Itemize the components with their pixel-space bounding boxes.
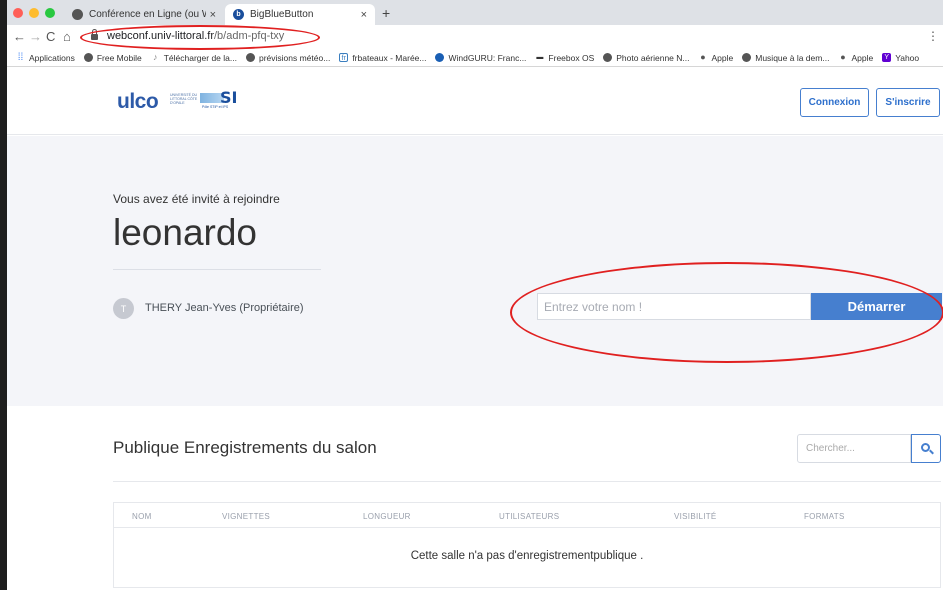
tab-bigbluebutton[interactable]: b BigBlueButton × xyxy=(225,4,375,25)
grid-icon: ⁞⁞ xyxy=(17,52,24,63)
windguru-icon xyxy=(435,53,445,62)
column-header-longueur[interactable]: LONGUEUR xyxy=(363,512,411,521)
divider xyxy=(113,481,941,482)
ulco-logo[interactable]: ulco xyxy=(117,90,159,114)
url-host: webconf.univ-littoral.fr xyxy=(107,30,214,42)
music-icon: ♪ xyxy=(152,52,158,62)
bookmark-apple[interactable]: ● Apple xyxy=(699,52,734,63)
divider xyxy=(113,269,321,270)
recordings-table: NOM VIGNETTES LONGUEUR UTILISATEURS VISI… xyxy=(113,502,941,588)
bookmarks-bar: ⁞⁞ Applications Free Mobile ♪ Télécharger … xyxy=(7,49,943,67)
tab-title: Conférence en Ligne (ou Web... xyxy=(89,9,206,20)
bookmark-label: Apple xyxy=(711,52,734,63)
maximize-window-icon[interactable] xyxy=(45,8,55,18)
site-header: ulco UNIVERSITÉ DU LITTORAL CÔTE D'OPALE… xyxy=(7,68,943,135)
back-arrow-icon[interactable]: ← xyxy=(13,29,26,44)
empty-recordings-message: Cette salle n'a pas d'enregistrementpubl… xyxy=(410,550,644,562)
bookmark-previsions[interactable]: prévisions météo... xyxy=(245,52,331,63)
table-separator xyxy=(114,527,940,528)
tab-close-icon[interactable]: × xyxy=(210,9,216,21)
bookmark-applications[interactable]: ⁞⁞ Applications xyxy=(16,53,75,63)
start-button[interactable]: Démarrer xyxy=(811,293,942,320)
ulco-logo-subtitle: UNIVERSITÉ DU LITTORAL CÔTE D'OPALE xyxy=(170,93,198,105)
close-window-icon[interactable] xyxy=(13,8,23,18)
bookmark-photo[interactable]: Photo aérienne N... xyxy=(603,52,690,63)
bookmark-label: prévisions météo... xyxy=(258,52,331,63)
tab-title: BigBlueButton xyxy=(250,9,314,20)
globe-icon xyxy=(603,53,613,62)
bookmark-freebox[interactable]: ▬ Freebox OS xyxy=(535,53,594,63)
bookmark-label: Apple xyxy=(851,52,874,63)
inscrire-button[interactable]: S'inscrire xyxy=(876,88,940,117)
bookmark-label: Télécharger de la... xyxy=(163,52,237,63)
bookmark-label: Yahoo xyxy=(895,52,920,63)
yahoo-icon: Y xyxy=(882,53,892,62)
bookmark-label: Photo aérienne N... xyxy=(616,52,690,63)
search-button[interactable] xyxy=(911,434,941,463)
bookmark-label: Applications xyxy=(29,52,75,63)
recordings-title: Publique Enregistrements du salon xyxy=(113,438,377,457)
apple-icon: ● xyxy=(840,52,846,62)
bookmark-free-mobile[interactable]: Free Mobile xyxy=(83,52,142,63)
bookmark-label: WindGURU: Franc... xyxy=(448,52,527,63)
room-name: leonardo xyxy=(113,212,258,253)
si-logo: SI Pôle STIP et IPS xyxy=(200,88,238,109)
home-icon[interactable]: ⌂ xyxy=(63,29,71,44)
minimize-window-icon[interactable] xyxy=(29,8,39,18)
address-bar[interactable]: webconf.univ-littoral.fr/b/adm-pfq-txy xyxy=(107,30,284,42)
bookmark-label: Freebox OS xyxy=(548,52,595,63)
bookmark-apple[interactable]: ● Apple xyxy=(838,53,873,63)
new-tab-button[interactable]: + xyxy=(382,5,390,21)
tab-conference[interactable]: Conférence en Ligne (ou Web... × xyxy=(64,4,224,25)
bookmark-telecharger[interactable]: ♪ Télécharger de la... xyxy=(151,53,237,63)
bookmark-frbateaux[interactable]: fr frbateaux - Marée... xyxy=(339,53,426,63)
globe-icon xyxy=(83,53,93,62)
browser-tab-bar: Conférence en Ligne (ou Web... × b BigBl… xyxy=(7,0,943,25)
invite-text: Vous avez été invité à rejoindre xyxy=(113,192,280,206)
column-header-nom[interactable]: NOM xyxy=(132,512,152,521)
apple-icon: ● xyxy=(700,52,706,62)
reload-icon[interactable]: C xyxy=(46,29,55,44)
column-header-visibilite[interactable]: VISIBILITÉ xyxy=(674,512,717,521)
owner-avatar: T xyxy=(113,298,134,319)
bookmark-windguru[interactable]: WindGURU: Franc... xyxy=(435,53,526,63)
owner-name: THERY Jean-Yves (Propriétaire) xyxy=(145,302,304,314)
forward-arrow-icon[interactable]: → xyxy=(29,29,42,44)
globe-icon xyxy=(72,9,83,20)
column-header-utilisateurs[interactable]: UTILISATEURS xyxy=(499,512,559,521)
bookmark-label: Musique à la dem... xyxy=(755,52,830,63)
room-join-panel: Vous avez été invité à rejoindre leonard… xyxy=(7,136,943,406)
lock-icon xyxy=(91,29,98,40)
browser-menu-icon[interactable]: ⋮ xyxy=(927,29,939,43)
window-edge xyxy=(0,0,7,590)
tab-close-icon[interactable]: × xyxy=(361,9,367,21)
bookmark-label: frbateaux - Marée... xyxy=(352,52,427,63)
column-header-vignettes[interactable]: VIGNETTES xyxy=(222,512,270,521)
address-bar-row: ← → C ⌂ webconf.univ-littoral.fr/b/adm-p… xyxy=(7,25,943,49)
fr-icon: fr xyxy=(339,53,349,62)
bigbluebutton-icon: b xyxy=(233,9,244,20)
freebox-icon: ▬ xyxy=(536,54,544,61)
bookmark-label: Free Mobile xyxy=(96,52,142,63)
globe-icon xyxy=(742,53,752,62)
connexion-button[interactable]: Connexion xyxy=(800,88,869,117)
url-path: /b/adm-pfq-txy xyxy=(214,30,285,42)
name-input[interactable] xyxy=(537,293,811,320)
search-input[interactable] xyxy=(797,434,911,463)
globe-icon xyxy=(245,53,255,62)
column-header-formats[interactable]: FORMATS xyxy=(804,512,845,521)
bookmark-yahoo[interactable]: Y Yahoo xyxy=(882,53,919,63)
bookmark-musique[interactable]: Musique à la dem... xyxy=(742,53,829,63)
